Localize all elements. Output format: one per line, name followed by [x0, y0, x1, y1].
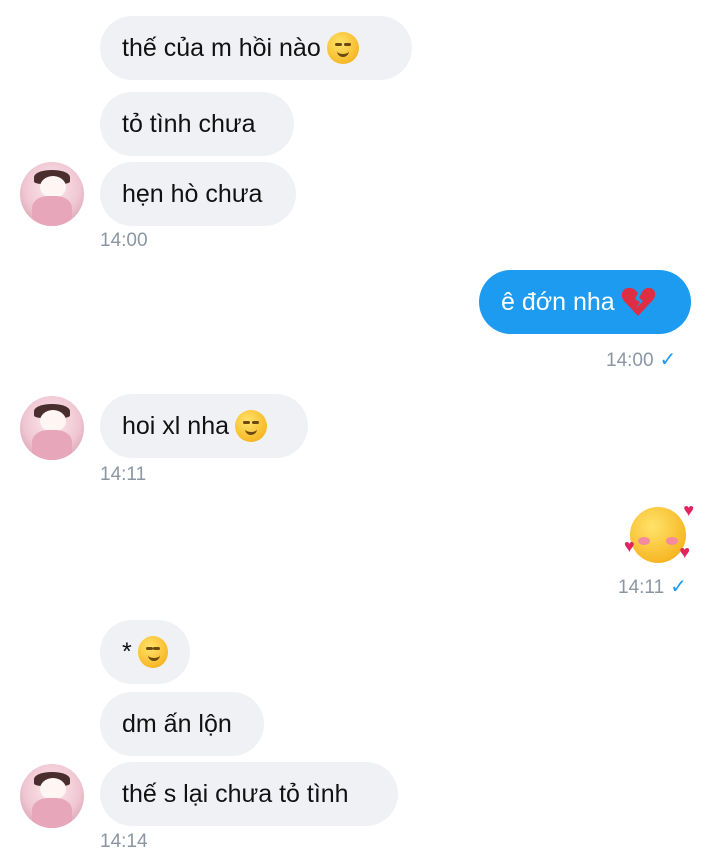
check-icon: ✓ — [670, 576, 687, 598]
timestamp: 14:11 — [100, 464, 147, 485]
message-text: tỏ tình chưa — [122, 110, 256, 138]
broken-heart-icon — [621, 286, 655, 318]
message-text: thế của m hồi nào — [122, 34, 321, 62]
check-icon: ✓ — [659, 349, 677, 371]
rolling-laughing-face-icon — [235, 410, 268, 442]
smirking-face-icon — [326, 32, 359, 64]
avatar[interactable] — [20, 764, 84, 828]
outgoing-message[interactable]: ê đớn nha — [479, 270, 691, 334]
incoming-message[interactable]: hoi xl nha — [100, 394, 308, 458]
message-text: hoi xl nha — [122, 412, 230, 440]
smiling-face-with-hearts-icon[interactable]: ♥ ♥ ♥ — [624, 501, 694, 563]
timestamp: 14:00 ✓ — [606, 347, 676, 372]
crying-face-icon — [137, 636, 168, 668]
message-text: dm ấn lộn — [122, 710, 232, 738]
timestamp: 14:00 — [100, 230, 148, 251]
timestamp-text: 14:11 — [618, 577, 665, 598]
avatar[interactable] — [20, 162, 84, 226]
incoming-message[interactable]: dm ấn lộn — [100, 692, 264, 756]
message-text: ê đớn nha — [501, 288, 615, 316]
message-text: * — [122, 638, 132, 666]
incoming-message[interactable]: thế s lại chưa tỏ tình — [100, 762, 398, 826]
avatar[interactable] — [20, 396, 84, 460]
timestamp-text: 14:00 — [606, 350, 654, 371]
timestamp: 14:11 ✓ — [618, 574, 687, 599]
message-text: hẹn hò chưa — [122, 180, 263, 208]
incoming-message[interactable]: tỏ tình chưa — [100, 92, 294, 156]
incoming-message[interactable]: hẹn hò chưa — [100, 162, 296, 226]
timestamp: 14:14 — [100, 831, 148, 852]
incoming-message[interactable]: * — [100, 620, 190, 684]
incoming-message[interactable]: thế của m hồi nào — [100, 16, 412, 80]
message-text: thế s lại chưa tỏ tình — [122, 780, 349, 808]
